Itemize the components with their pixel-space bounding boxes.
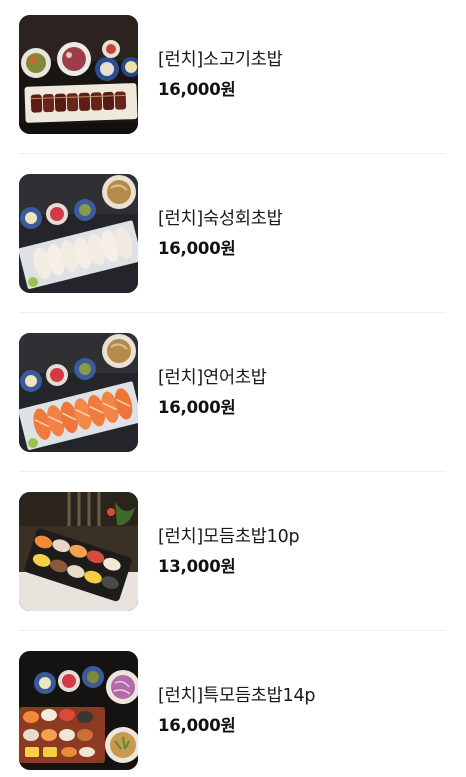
menu-item-name: [런치]특모듬초밥14p	[158, 685, 316, 706]
menu-item-price: 16,000원	[158, 238, 236, 258]
menu-item-aged-fish-sushi[interactable]: [런치]숙성회초밥 16,000원	[19, 173, 446, 293]
menu-item-info: [런치]모듬초밥10p 13,000원	[158, 525, 300, 578]
salmon-sushi-photo	[19, 332, 138, 452]
beef-sushi-photo	[19, 14, 138, 134]
divider	[19, 471, 446, 472]
divider	[19, 312, 446, 313]
menu-item-price: 16,000원	[158, 79, 236, 99]
menu-item-info: [런치]소고기초밥 16,000원	[158, 48, 283, 101]
menu-item-price: 16,000원	[158, 397, 236, 417]
menu-item-special-assorted-sushi-14p[interactable]: [런치]특모듬초밥14p 16,000원	[19, 650, 446, 770]
menu-item-name: [런치]모듬초밥10p	[158, 526, 300, 547]
assorted-sushi-10p-photo	[19, 491, 138, 611]
menu-item-assorted-sushi-10p[interactable]: [런치]모듬초밥10p 13,000원	[19, 491, 446, 611]
menu-item-name: [런치]소고기초밥	[158, 49, 283, 70]
menu-item-name: [런치]연어초밥	[158, 367, 267, 388]
divider	[19, 153, 446, 154]
menu-item-info: [런치]숙성회초밥 16,000원	[158, 207, 283, 260]
menu-item-beef-sushi[interactable]: [런치]소고기초밥 16,000원	[19, 14, 446, 134]
menu-item-info: [런치]연어초밥 16,000원	[158, 366, 267, 419]
menu-item-price: 13,000원	[158, 556, 236, 576]
menu-list: [런치]소고기초밥 16,000원 [런치]숙성회초밥 16,000원 [런치]…	[0, 0, 466, 777]
menu-item-price: 16,000원	[158, 715, 236, 735]
special-assorted-sushi-14p-photo	[19, 650, 138, 770]
divider	[19, 630, 446, 631]
menu-item-info: [런치]특모듬초밥14p 16,000원	[158, 684, 316, 737]
menu-item-name: [런치]숙성회초밥	[158, 208, 283, 229]
aged-fish-sushi-photo	[19, 173, 138, 293]
menu-item-salmon-sushi[interactable]: [런치]연어초밥 16,000원	[19, 332, 446, 452]
